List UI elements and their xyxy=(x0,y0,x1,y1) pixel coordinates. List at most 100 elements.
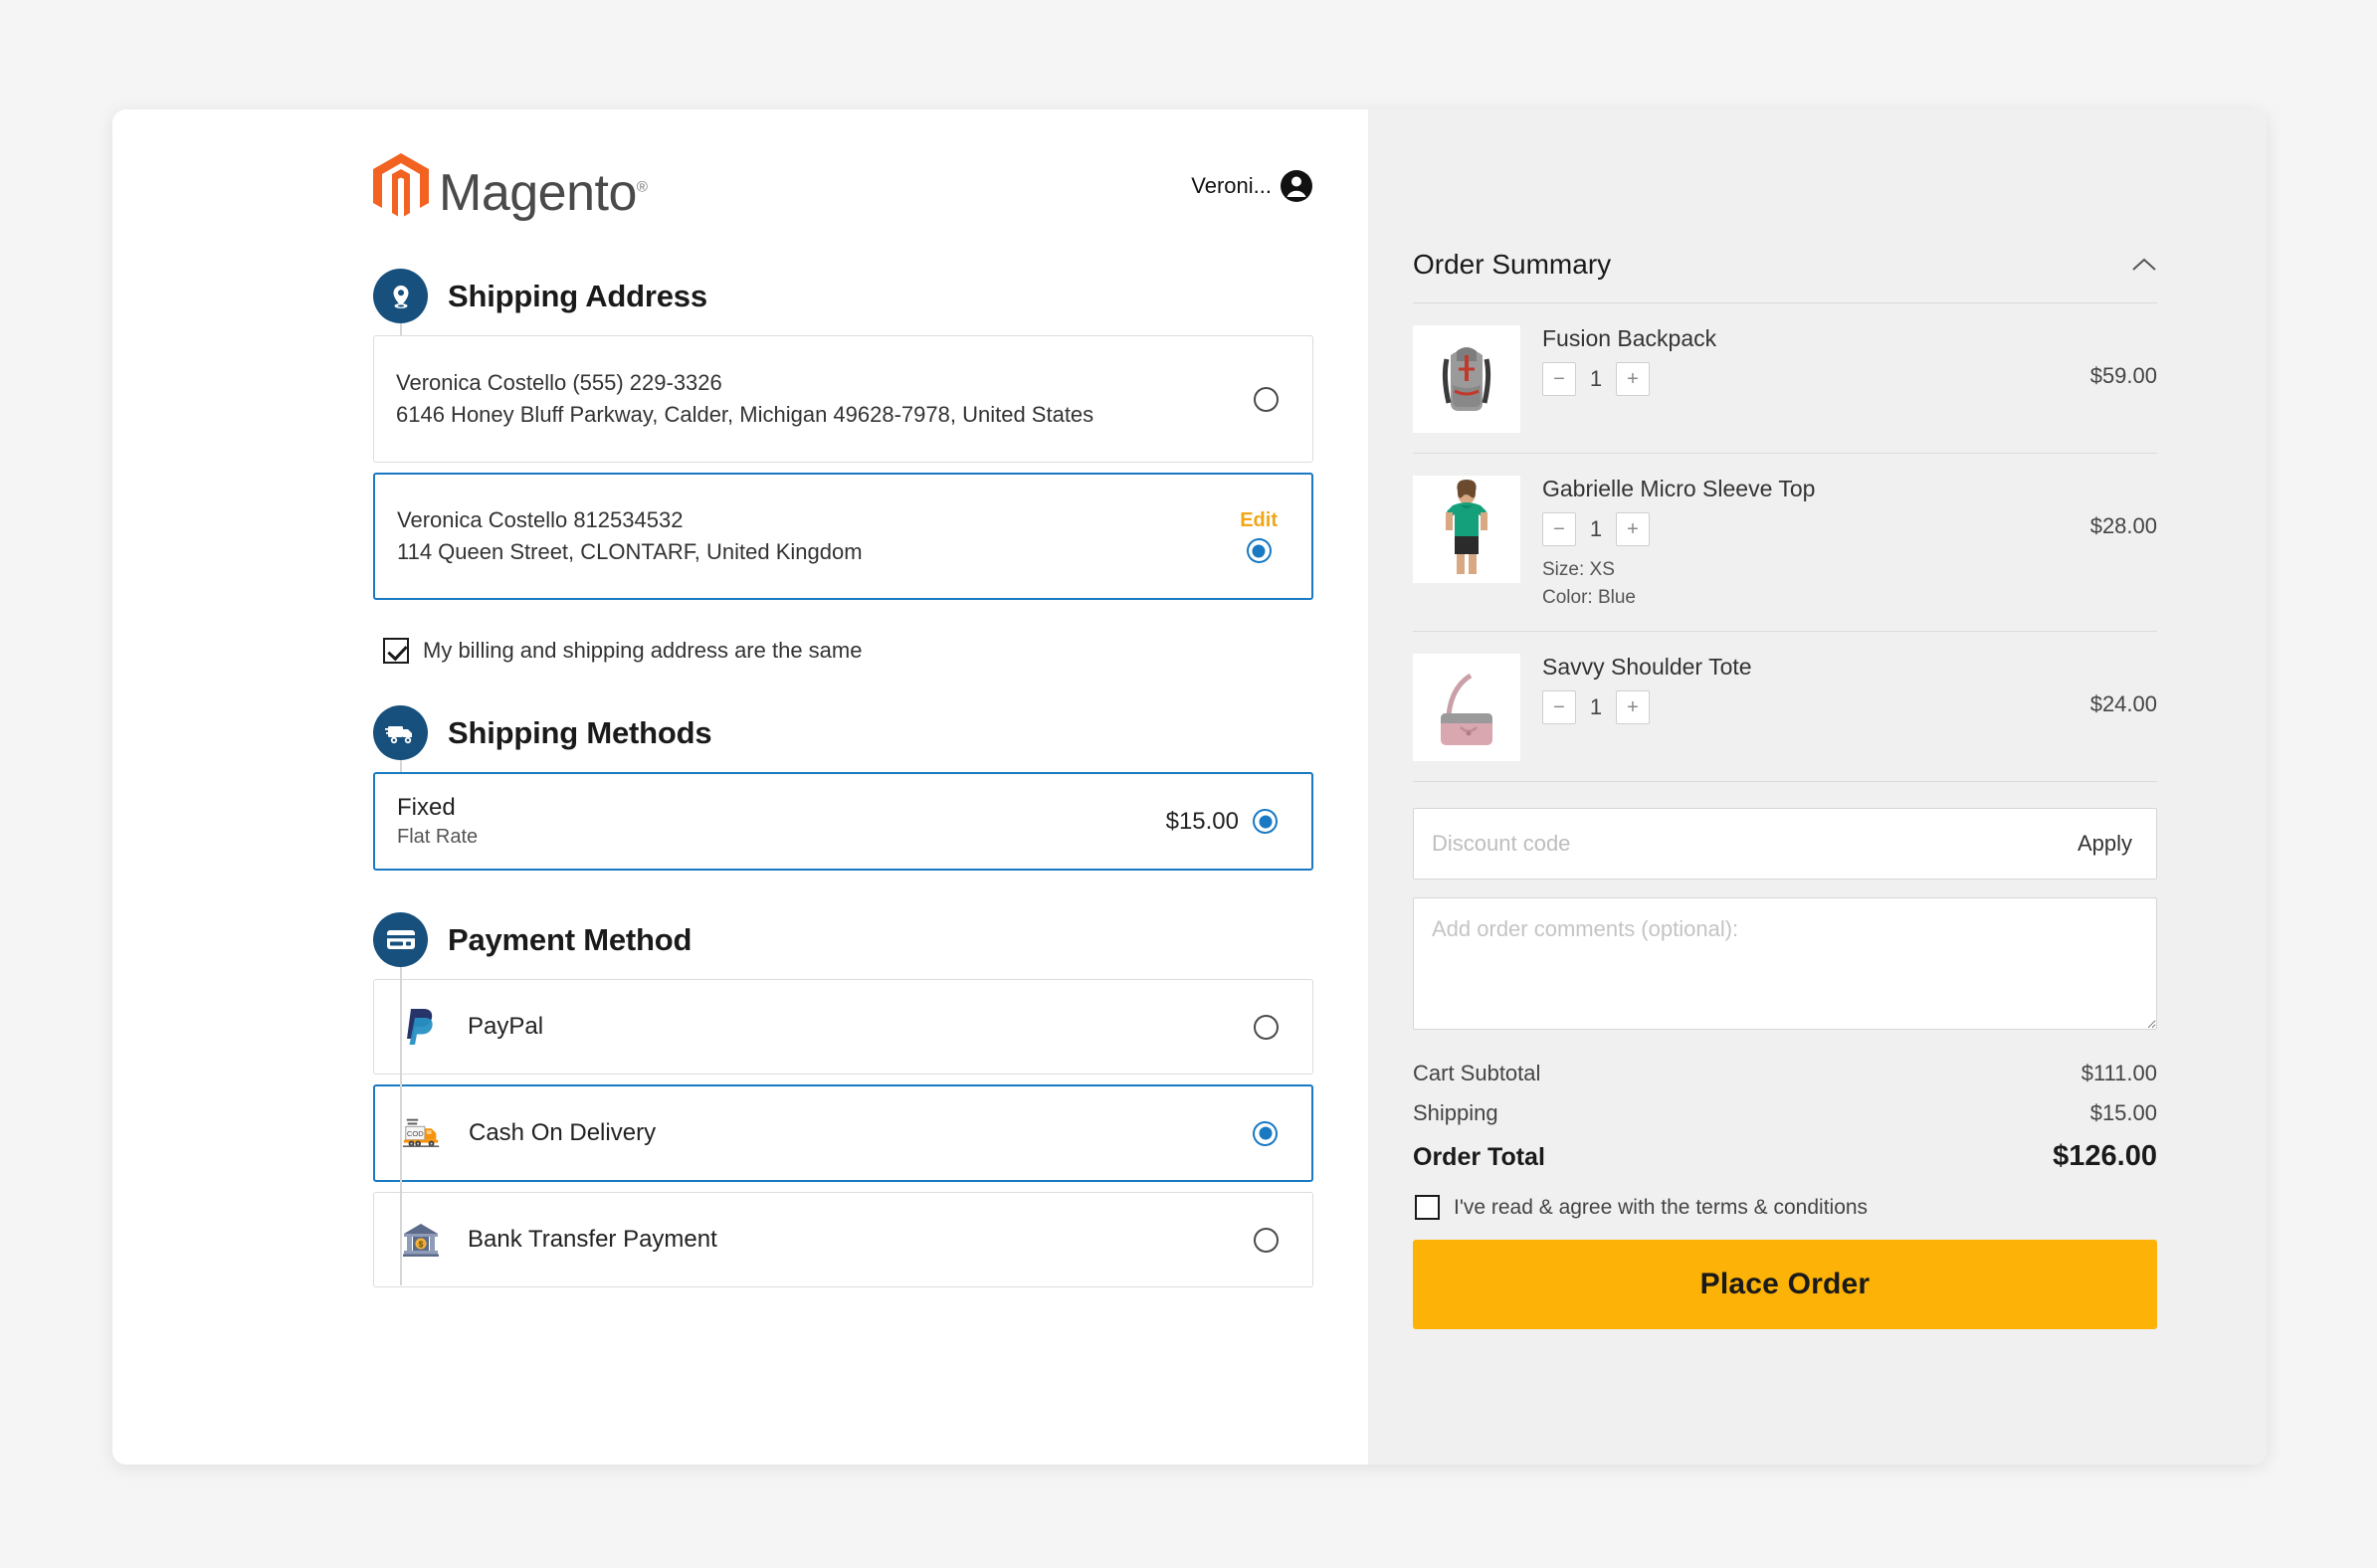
order-item-details: Fusion Backpack − 1 + xyxy=(1542,325,2069,396)
payment-method-title: Payment Method xyxy=(448,921,693,957)
magento-mark-icon xyxy=(373,152,429,216)
chevron-up-icon[interactable] xyxy=(2131,257,2157,273)
total-row-shipping: Shipping $15.00 xyxy=(1413,1100,2157,1126)
order-summary-title: Order Summary xyxy=(1413,249,1612,280)
order-item-price: $24.00 xyxy=(2089,691,2157,717)
qty-increase-button[interactable]: + xyxy=(1616,512,1650,546)
order-item-options: Size: XS Color: Blue xyxy=(1542,556,2069,611)
user-name-label: Veroni... xyxy=(1191,172,1272,198)
paypal-icon xyxy=(400,1006,442,1048)
order-comments-textarea[interactable] xyxy=(1413,897,2157,1031)
order-item-qty-stepper: − 1 + xyxy=(1542,690,2069,725)
tote-thumbnail xyxy=(1413,654,1520,762)
address-controls-1: Edit xyxy=(1240,509,1278,563)
qty-value: 1 xyxy=(1589,366,1603,391)
shipping-method-info-0: Fixed Flat Rate xyxy=(397,794,478,849)
address-option-1[interactable]: Veronica Costello 812534532 114 Queen St… xyxy=(373,473,1313,600)
subtotal-label: Cart Subtotal xyxy=(1413,1061,1541,1086)
terms-row[interactable]: I've read & agree with the terms & condi… xyxy=(1415,1195,2157,1221)
order-item-price: $28.00 xyxy=(2089,513,2157,538)
location-pin-icon xyxy=(373,269,428,323)
user-avatar-icon xyxy=(1281,169,1312,202)
address-line-1: Veronica Costello (555) 229-3326 xyxy=(396,370,722,396)
terms-checkbox[interactable] xyxy=(1415,1195,1440,1221)
magento-wordmark: Magento® xyxy=(439,163,648,222)
shipping-method-price-0: $15.00 xyxy=(1165,807,1239,835)
magento-logo[interactable]: Magento® xyxy=(373,152,648,222)
qty-value: 1 xyxy=(1589,516,1603,541)
subtotal-value: $111.00 xyxy=(2080,1061,2157,1086)
shipping-methods-title: Shipping Methods xyxy=(448,714,712,750)
header-bar: Magento® Veroni... xyxy=(112,109,1368,229)
address-line-2: 6146 Honey Bluff Parkway, Calder, Michig… xyxy=(396,402,1094,427)
order-item-details: Gabrielle Micro Sleeve Top − 1 + Size: X… xyxy=(1542,476,2069,611)
payment-method-body: PayPal COD Cash On Delivery $ Bank Trans… xyxy=(373,965,1313,1287)
address-line-2: 114 Queen Street, CLONTARF, United Kingd… xyxy=(397,539,863,564)
qty-value: 1 xyxy=(1589,694,1603,720)
cod-label: Cash On Delivery xyxy=(469,1119,657,1146)
payment-option-paypal[interactable]: PayPal xyxy=(373,979,1313,1075)
checkout-main-column: Magento® Veroni... Shipping Address Vero… xyxy=(112,109,1368,1465)
order-total-value: $126.00 xyxy=(2053,1140,2157,1173)
order-item-name: Fusion Backpack xyxy=(1542,325,1717,351)
qty-increase-button[interactable]: + xyxy=(1616,690,1650,725)
checkout-page: Magento® Veroni... Shipping Address Vero… xyxy=(0,0,2377,1568)
address-text-1: Veronica Costello 812534532 114 Queen St… xyxy=(397,504,863,568)
order-item-name: Savvy Shoulder Tote xyxy=(1542,654,1752,681)
shipping-method-option-0[interactable]: Fixed Flat Rate $15.00 xyxy=(373,772,1313,871)
total-row-subtotal: Cart Subtotal $111.00 xyxy=(1413,1061,2157,1086)
address-option-0[interactable]: Veronica Costello (555) 229-3326 6146 Ho… xyxy=(373,335,1313,463)
discount-code-input[interactable] xyxy=(1432,831,2078,858)
shipping-address-header: Shipping Address xyxy=(373,269,1313,331)
shipping-method-title-0: Fixed xyxy=(397,794,456,821)
user-menu[interactable]: Veroni... xyxy=(1191,169,1313,203)
order-summary-header[interactable]: Order Summary xyxy=(1413,249,2157,303)
address-line-1: Veronica Costello 812534532 xyxy=(397,507,684,533)
paypal-radio[interactable] xyxy=(1254,1014,1279,1040)
order-item-row: Gabrielle Micro Sleeve Top − 1 + Size: X… xyxy=(1413,454,2157,633)
shipping-method-radio-0[interactable] xyxy=(1253,809,1278,834)
step-shipping-address: Shipping Address Veronica Costello (555)… xyxy=(373,269,1313,664)
billing-same-row[interactable]: My billing and shipping address are the … xyxy=(383,638,1313,664)
checkout-card: Magento® Veroni... Shipping Address Vero… xyxy=(112,109,2267,1465)
order-item-option: Size: XS xyxy=(1542,559,1615,580)
apply-discount-button[interactable]: Apply xyxy=(2078,831,2132,857)
billing-same-checkbox[interactable] xyxy=(383,638,409,664)
total-row-order-total: Order Total $126.00 xyxy=(1413,1140,2157,1173)
address-radio-1[interactable] xyxy=(1246,538,1272,563)
order-item-details: Savvy Shoulder Tote − 1 + xyxy=(1542,654,2069,725)
svg-text:COD: COD xyxy=(407,1129,424,1138)
cod-radio[interactable] xyxy=(1253,1120,1278,1146)
order-item-qty-stepper: − 1 + xyxy=(1542,512,2069,546)
edit-address-link[interactable]: Edit xyxy=(1240,509,1278,532)
shipping-method-subtitle-0: Flat Rate xyxy=(397,826,479,848)
svg-text:$: $ xyxy=(419,1241,424,1250)
paypal-info: PayPal xyxy=(400,1006,543,1048)
payment-option-cash-on-delivery[interactable]: COD Cash On Delivery xyxy=(373,1084,1313,1182)
order-item-price: $59.00 xyxy=(2089,363,2157,388)
payment-option-bank-transfer[interactable]: $ Bank Transfer Payment xyxy=(373,1192,1313,1287)
order-total-label: Order Total xyxy=(1413,1143,1545,1172)
shipping-methods-header: Shipping Methods xyxy=(373,705,1313,768)
step-shipping-methods: Shipping Methods Fixed Flat Rate $15.00 xyxy=(373,705,1313,871)
qty-decrease-button[interactable]: − xyxy=(1542,512,1576,546)
order-item-row: Fusion Backpack − 1 + $59.00 xyxy=(1413,303,2157,454)
order-item-option: Color: Blue xyxy=(1542,586,1636,608)
bank-transfer-radio[interactable] xyxy=(1254,1227,1279,1253)
address-radio-0[interactable] xyxy=(1254,386,1279,412)
qty-decrease-button[interactable]: − xyxy=(1542,362,1576,396)
shipping-total-value: $15.00 xyxy=(2089,1100,2157,1126)
step-connector-line xyxy=(400,760,402,768)
discount-code-row: Apply xyxy=(1413,808,2157,881)
step-payment-method: Payment Method PayPal COD Cash On Delive… xyxy=(373,912,1313,1287)
qty-decrease-button[interactable]: − xyxy=(1542,690,1576,725)
registered-mark: ® xyxy=(636,178,648,196)
place-order-button[interactable]: Place Order xyxy=(1413,1240,2157,1330)
step-connector-line xyxy=(400,323,402,331)
shipping-total-label: Shipping xyxy=(1413,1100,1498,1126)
shipping-method-controls-0: $15.00 xyxy=(1166,808,1278,836)
qty-increase-button[interactable]: + xyxy=(1616,362,1650,396)
cod-truck-icon: COD xyxy=(401,1112,443,1154)
order-summary-panel: Order Summary Fusion Backpack − 1 + $59.… xyxy=(1368,109,2267,1465)
order-item-name: Gabrielle Micro Sleeve Top xyxy=(1542,476,1816,501)
